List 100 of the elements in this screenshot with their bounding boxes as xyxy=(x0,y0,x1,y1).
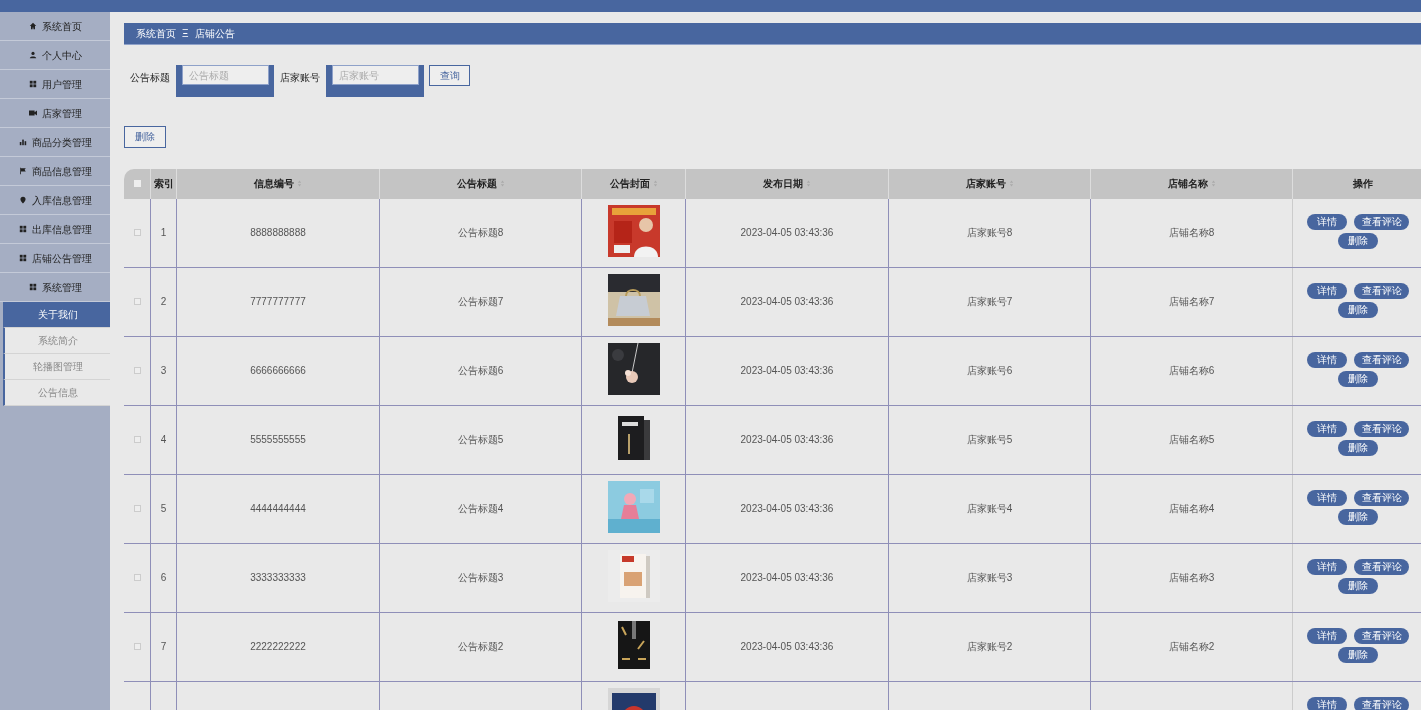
sidebar-item[interactable]: 系统首页 xyxy=(0,12,110,41)
submenu-item[interactable]: 公告信息 xyxy=(3,380,110,406)
checkbox[interactable] xyxy=(133,367,141,374)
table-cell-text: 4 xyxy=(160,433,167,447)
table-cell-text: 2 xyxy=(160,295,167,309)
detail-button[interactable]: 详情 xyxy=(1307,627,1347,644)
sidebar-item[interactable]: 出库信息管理 xyxy=(0,215,110,244)
field-label: 店家账号 xyxy=(280,71,320,85)
checkbox[interactable] xyxy=(133,574,141,581)
table-cell-text: 2222222222 xyxy=(250,640,306,654)
table-cell-text: 店铺名称3 xyxy=(1168,571,1215,585)
table-cell-text: 店铺名称6 xyxy=(1168,364,1215,378)
comments-button[interactable]: 查看评论 xyxy=(1354,627,1409,644)
table-cell-text: 3 xyxy=(160,364,167,378)
delete-button[interactable]: 删除 xyxy=(1338,508,1378,525)
column-header[interactable]: 店家账号 xyxy=(965,176,1006,191)
delete-button[interactable]: 删除 xyxy=(1338,439,1378,456)
table-cell-text: 店铺名称4 xyxy=(1168,502,1215,516)
breadcrumb-separator: Ξ xyxy=(182,27,189,41)
delete-button[interactable]: 删除 xyxy=(1338,646,1378,663)
breadcrumb-current: 店铺公告 xyxy=(194,27,235,41)
search-field[interactable]: 公告标题 xyxy=(182,65,269,85)
table-cell-text: 5 xyxy=(160,502,167,516)
sidebar-item[interactable]: 个人中心 xyxy=(0,41,110,70)
comments-button[interactable]: 查看评论 xyxy=(1354,213,1409,230)
detail-button[interactable]: 详情 xyxy=(1307,420,1347,437)
detail-button[interactable]: 详情 xyxy=(1307,213,1347,230)
search-button[interactable]: 查询 xyxy=(429,65,470,86)
map-pin-icon xyxy=(18,196,27,204)
person-icon xyxy=(28,51,37,59)
table-cell-text: 6666666666 xyxy=(250,364,306,378)
breadcrumb-link[interactable]: 系统首页 xyxy=(136,26,176,41)
checkbox[interactable] xyxy=(133,229,141,236)
delete-button[interactable]: 删除 xyxy=(124,125,166,148)
table-cell-text: 3333333333 xyxy=(250,571,306,585)
delete-button[interactable]: 删除 xyxy=(1338,370,1378,387)
column-header[interactable]: 店铺名称 xyxy=(1167,176,1208,191)
field-label: 公告标题 xyxy=(130,71,170,85)
checkbox[interactable] xyxy=(133,436,141,443)
comments-button[interactable]: 查看评论 xyxy=(1354,351,1409,368)
sidebar-item[interactable]: 用户管理 xyxy=(0,70,110,99)
comments-button[interactable]: 查看评论 xyxy=(1354,696,1409,710)
sidebar-item[interactable]: 商品信息管理 xyxy=(0,157,110,186)
column-header[interactable]: 信息编号 xyxy=(254,176,294,191)
grid-icon xyxy=(28,80,37,88)
table-cell-text: 2023-04-05 03:43:36 xyxy=(740,433,834,447)
table-cell-text: 7777777777 xyxy=(250,295,306,309)
comments-button[interactable]: 查看评论 xyxy=(1354,420,1409,437)
flag-icon xyxy=(18,167,27,175)
table-cell-text: 2023-04-05 03:43:36 xyxy=(740,640,834,654)
detail-button[interactable]: 详情 xyxy=(1307,558,1347,575)
grid-icon xyxy=(18,225,27,233)
checkbox[interactable] xyxy=(133,643,141,650)
detail-button[interactable]: 详情 xyxy=(1307,282,1347,299)
table-cell-text: 公告标题2 xyxy=(457,640,504,654)
table-cell-text: 公告标题5 xyxy=(457,433,504,447)
table-cell-text: 4444444444 xyxy=(250,502,306,516)
delete-button[interactable]: 删除 xyxy=(1338,301,1378,318)
checkbox[interactable] xyxy=(133,505,141,512)
video-camera-icon xyxy=(28,109,37,117)
sidebar-item[interactable]: 商品分类管理 xyxy=(0,128,110,157)
column-header: 索引 xyxy=(153,177,174,191)
table-cell-text: 2023-04-05 03:43:36 xyxy=(740,364,834,378)
sidebar-item[interactable]: 店家管理 xyxy=(0,99,110,128)
submenu-item[interactable]: 轮播图管理 xyxy=(3,354,110,380)
table-cell-text: 公告标题3 xyxy=(457,571,504,585)
detail-button[interactable]: 详情 xyxy=(1307,696,1347,710)
table-cell-text: 店家账号6 xyxy=(966,364,1013,378)
search-field[interactable]: 店家账号 xyxy=(332,65,419,85)
table-cell-text: 店铺名称5 xyxy=(1168,433,1215,447)
column-header[interactable]: 公告标题 xyxy=(456,176,497,191)
table-cell-text: 公告标题7 xyxy=(457,295,504,309)
table-cell-text: 1 xyxy=(160,226,167,240)
table-cell-text: 店家账号5 xyxy=(966,433,1013,447)
comments-button[interactable]: 查看评论 xyxy=(1354,558,1409,575)
submenu-item[interactable]: 系统简介 xyxy=(3,328,110,354)
table-cell-text: 2023-04-05 03:43:36 xyxy=(740,295,834,309)
checkbox[interactable] xyxy=(133,298,141,305)
sidebar-item[interactable]: 店铺公告管理 xyxy=(0,244,110,273)
delete-button[interactable]: 删除 xyxy=(1338,232,1378,249)
detail-button[interactable]: 详情 xyxy=(1307,351,1347,368)
table-cell-text: 店家账号8 xyxy=(966,226,1013,240)
submenu-item[interactable]: 关于我们 xyxy=(3,302,110,328)
column-header[interactable]: 公告封面 xyxy=(609,176,650,191)
checkbox[interactable] xyxy=(133,180,141,187)
table-cell-text: 8888888888 xyxy=(250,226,306,240)
column-header[interactable]: 发布日期 xyxy=(763,176,803,191)
sidebar-item[interactable]: 入库信息管理 xyxy=(0,186,110,215)
table-cell-text: 2023-04-05 03:43:36 xyxy=(740,502,834,516)
table-cell-text: 6 xyxy=(160,571,167,585)
table-cell-text: 公告标题6 xyxy=(457,364,504,378)
table-cell-text: 公告标题4 xyxy=(457,502,504,516)
detail-button[interactable]: 详情 xyxy=(1307,489,1347,506)
bar-chart-icon xyxy=(18,138,27,146)
delete-button[interactable]: 删除 xyxy=(1338,577,1378,594)
table-cell-text: 2023-04-05 03:43:36 xyxy=(740,571,834,585)
table-cell-text: 店铺名称7 xyxy=(1168,295,1215,309)
comments-button[interactable]: 查看评论 xyxy=(1354,489,1409,506)
grid-icon xyxy=(28,283,37,291)
comments-button[interactable]: 查看评论 xyxy=(1354,282,1409,299)
